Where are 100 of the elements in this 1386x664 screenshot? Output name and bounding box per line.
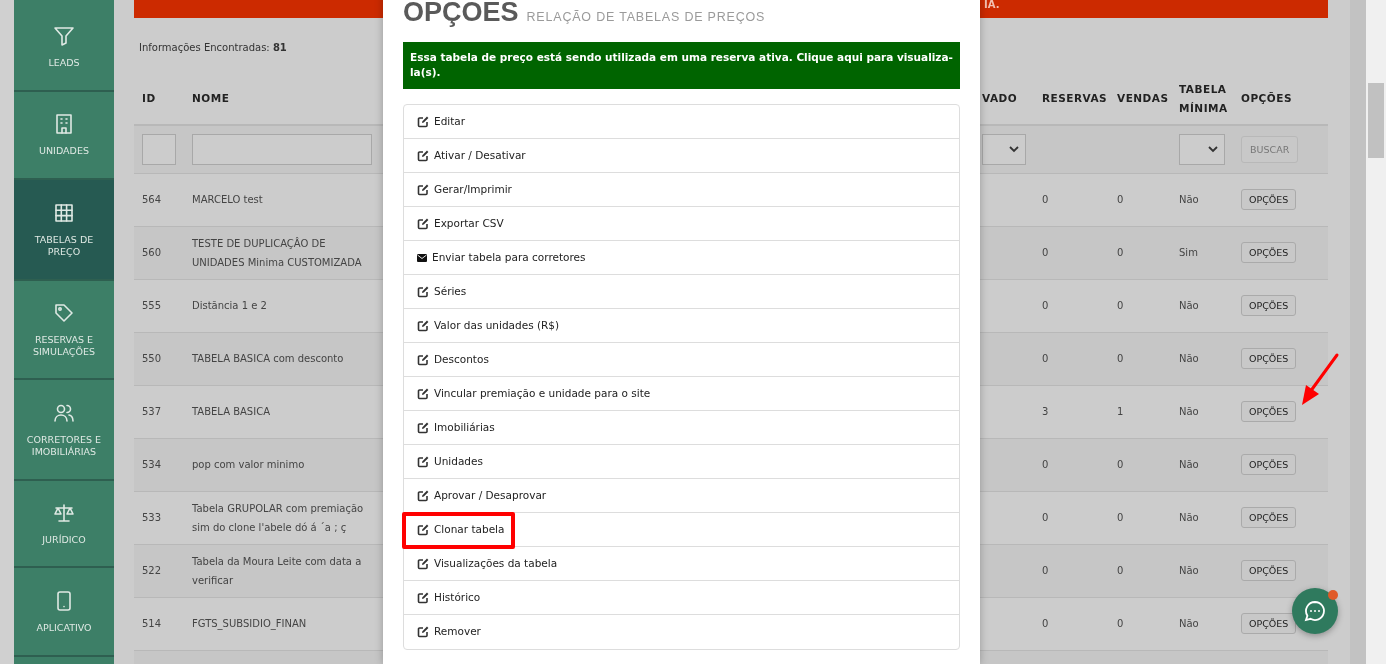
table-cell: 0 — [1109, 226, 1171, 279]
options-button[interactable]: OPÇÕES — [1241, 559, 1297, 582]
edit-icon — [417, 523, 429, 536]
table-cell: TESTE DE DUPLICAÇÂO DE UNIDADES Minima CUSTOMIZADA — [184, 226, 380, 279]
table-cell: Não — [1171, 279, 1233, 332]
envelope-icon — [417, 253, 427, 262]
table-cell: Não — [1171, 173, 1233, 226]
building-icon — [53, 113, 75, 136]
sidebar-item[interactable]: APLICATIVO — [14, 568, 114, 657]
option-item[interactable]: Gerar/Imprimir — [404, 173, 959, 207]
table-cell: 0 — [1034, 226, 1109, 279]
minimum-table-select[interactable] — [1179, 133, 1225, 165]
dialog-subtitle: RELAÇÃO DE TABELAS DE PREÇOS — [526, 9, 766, 26]
table-cell: 0 — [1109, 438, 1171, 491]
edit-icon — [417, 217, 429, 230]
table-cell: 0 — [1109, 332, 1171, 385]
option-item[interactable]: Enviar tabela para corretores — [404, 241, 959, 275]
option-item[interactable]: Imobiliárias — [404, 411, 959, 445]
annotation-arrow — [1302, 353, 1339, 405]
options-button[interactable]: OPÇÕES — [1241, 506, 1297, 529]
table-cell: 3 — [1034, 385, 1109, 438]
edit-icon — [417, 557, 429, 570]
edit-icon — [417, 455, 429, 468]
banner-text: IA. — [984, 0, 1000, 10]
table-cell: 0 — [1034, 491, 1109, 544]
table-cell: 537 — [134, 385, 184, 438]
name-filter-field[interactable] — [192, 133, 372, 165]
table-cell: 1 — [1109, 385, 1171, 438]
table-cell: Não — [1171, 544, 1233, 597]
option-item[interactable]: Clonar tabela — [404, 513, 959, 547]
option-item[interactable]: Unidades — [404, 445, 959, 479]
id-filter-field[interactable] — [142, 133, 176, 165]
option-item[interactable]: Valor das unidades (R$) — [404, 309, 959, 343]
table-cell: Não — [1171, 385, 1233, 438]
option-item[interactable]: Vincular premiação e unidade para o site — [404, 377, 959, 411]
table-cell: Não — [1171, 438, 1233, 491]
option-item[interactable]: Ativar / Desativar — [404, 139, 959, 173]
edit-icon — [417, 149, 429, 162]
table-cell: 0 — [1109, 544, 1171, 597]
edit-icon — [417, 591, 429, 604]
notification-dot — [1328, 590, 1338, 600]
table-cell: Distãncia 1 e 2 — [184, 279, 380, 332]
sidebar-item[interactable]: LEADS — [14, 4, 114, 92]
table-cell: 0 — [1034, 332, 1109, 385]
chat-icon — [1303, 599, 1327, 623]
sidebar-item[interactable]: CORRETORES E IMOBILIÁRIAS — [14, 380, 114, 481]
option-item[interactable]: Séries — [404, 275, 959, 309]
table-cell: 533 — [134, 491, 184, 544]
table-cell: 0 — [1034, 173, 1109, 226]
table-cell: 0 — [1109, 173, 1171, 226]
edit-icon — [417, 115, 429, 128]
options-button[interactable]: OPÇÕES — [1241, 612, 1297, 635]
table-cell: pop com valor minimo — [184, 438, 380, 491]
table-cell: Tabela da Moura Leite com data a verificar — [184, 544, 380, 597]
table-cell: 0 — [1034, 597, 1109, 650]
sidebar-item[interactable]: TABELAS DE PREÇO — [14, 180, 114, 281]
table-cell: Sim — [1171, 226, 1233, 279]
sidebar-item[interactable]: JURÍDICO — [14, 481, 114, 568]
option-item[interactable]: Visualizações da tabela — [404, 547, 959, 581]
table-cell: Não — [1171, 332, 1233, 385]
options-button[interactable]: OPÇÕES — [1241, 188, 1297, 211]
chevron-down-icon — [1009, 145, 1019, 153]
status-select[interactable] — [982, 133, 1026, 165]
sidebar-item[interactable]: RESERVAS E SIMULAÇÕES — [14, 281, 114, 380]
edit-icon — [417, 421, 429, 434]
option-item[interactable]: Remover — [404, 615, 959, 649]
table-cell: TABELA BASICA com desconto — [184, 332, 380, 385]
edit-icon — [417, 353, 429, 366]
table-cell: 0 — [1034, 544, 1109, 597]
table-cell: 534 — [134, 438, 184, 491]
results-count: Informações Encontradas: 81 — [139, 41, 288, 55]
options-button[interactable]: OPÇÕES — [1241, 347, 1297, 370]
table-cell: 555 — [134, 279, 184, 332]
chevron-down-icon — [1208, 145, 1218, 153]
options-button[interactable]: OPÇÕES — [1241, 294, 1297, 317]
option-item[interactable]: Aprovar / Desaprovar — [404, 479, 959, 513]
table-cell: 522 — [134, 544, 184, 597]
table-cell: 0 — [1034, 438, 1109, 491]
option-item[interactable]: Histórico — [404, 581, 959, 615]
option-item[interactable]: Exportar CSV — [404, 207, 959, 241]
tag-icon — [53, 301, 75, 324]
edit-icon — [417, 183, 429, 196]
options-button[interactable]: OPÇÕES — [1241, 400, 1297, 423]
table-cell: 0 — [1109, 279, 1171, 332]
active-reservation-alert[interactable]: Essa tabela de preço está sendo utilizada em uma reserva ativa. Clique aqui para visualiza-la(s). — [403, 41, 960, 89]
table-cell: Não — [1171, 597, 1233, 650]
edit-icon — [417, 626, 429, 638]
table-cell: 560 — [134, 226, 184, 279]
table-cell: TABELA BASICA — [184, 385, 380, 438]
table-cell: 0 — [1034, 279, 1109, 332]
options-button[interactable]: OPÇÕES — [1241, 241, 1297, 264]
table-cell: MARCELO test — [184, 173, 380, 226]
scrollbar[interactable] — [1366, 0, 1386, 664]
table-cell: FGTS_SUBSIDIO_FINAN — [184, 597, 380, 650]
dialog-title: OPÇÕES — [403, 0, 519, 29]
edit-icon — [417, 319, 429, 332]
option-item[interactable]: Descontos — [404, 343, 959, 377]
funnel-icon — [53, 25, 75, 48]
options-button[interactable]: OPÇÕES — [1241, 453, 1297, 476]
option-item[interactable]: Editar — [404, 105, 959, 139]
